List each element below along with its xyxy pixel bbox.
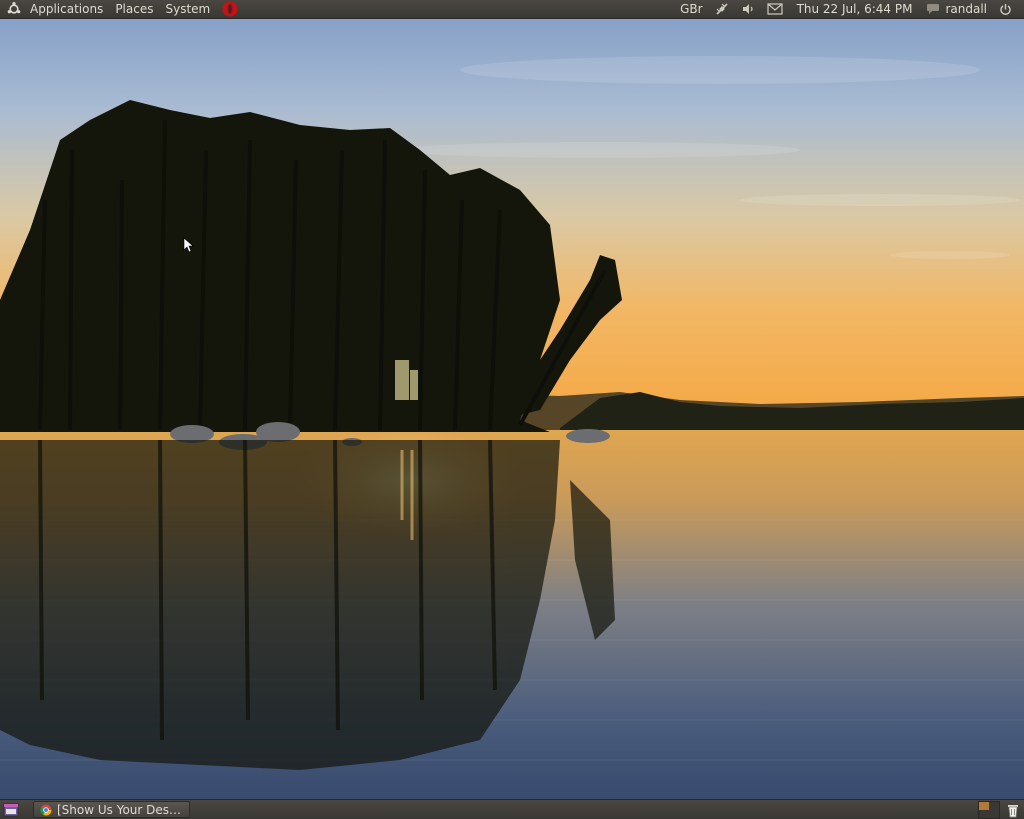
top-panel: Applications Places System GBr Thu 22 Ju…: [0, 0, 1024, 19]
workspace-1[interactable]: [979, 801, 989, 810]
task-title: [Show Us Your Deskto...: [57, 802, 183, 817]
mail-icon[interactable]: [761, 0, 789, 19]
opera-icon[interactable]: [222, 1, 238, 17]
panel-right: GBr Thu 22 Jul, 6:44 PM randall: [674, 0, 1024, 18]
workspace-switcher[interactable]: [978, 800, 1000, 819]
taskbar-window-button[interactable]: [Show Us Your Deskto...: [33, 801, 190, 818]
username: randall: [945, 2, 987, 16]
menu-system[interactable]: System: [159, 0, 216, 19]
workspace-2[interactable]: [989, 801, 999, 810]
bottom-panel: [Show Us Your Deskto...: [0, 799, 1024, 819]
volume-icon[interactable]: [735, 0, 761, 19]
bottom-panel-right: [978, 800, 1024, 819]
ubuntu-logo-icon[interactable]: [6, 1, 22, 17]
chat-icon: [927, 4, 940, 14]
clock[interactable]: Thu 22 Jul, 6:44 PM: [789, 2, 921, 16]
workspace-3[interactable]: [979, 809, 989, 818]
user-menu[interactable]: randall: [920, 2, 993, 16]
desktop-screen: Applications Places System GBr Thu 22 Ju…: [0, 0, 1024, 819]
keyboard-layout-indicator[interactable]: GBr: [674, 0, 708, 19]
workspace-4[interactable]: [989, 809, 999, 818]
menu-applications[interactable]: Applications: [24, 0, 109, 19]
network-icon[interactable]: [709, 0, 735, 19]
desktop-wallpaper: [0, 0, 1024, 819]
panel-left: Applications Places System: [0, 0, 238, 18]
chrome-icon: [40, 804, 52, 816]
power-icon[interactable]: [993, 0, 1018, 19]
trash-icon[interactable]: [1005, 802, 1021, 818]
show-desktop-icon[interactable]: [3, 802, 19, 818]
menu-places[interactable]: Places: [109, 0, 159, 19]
